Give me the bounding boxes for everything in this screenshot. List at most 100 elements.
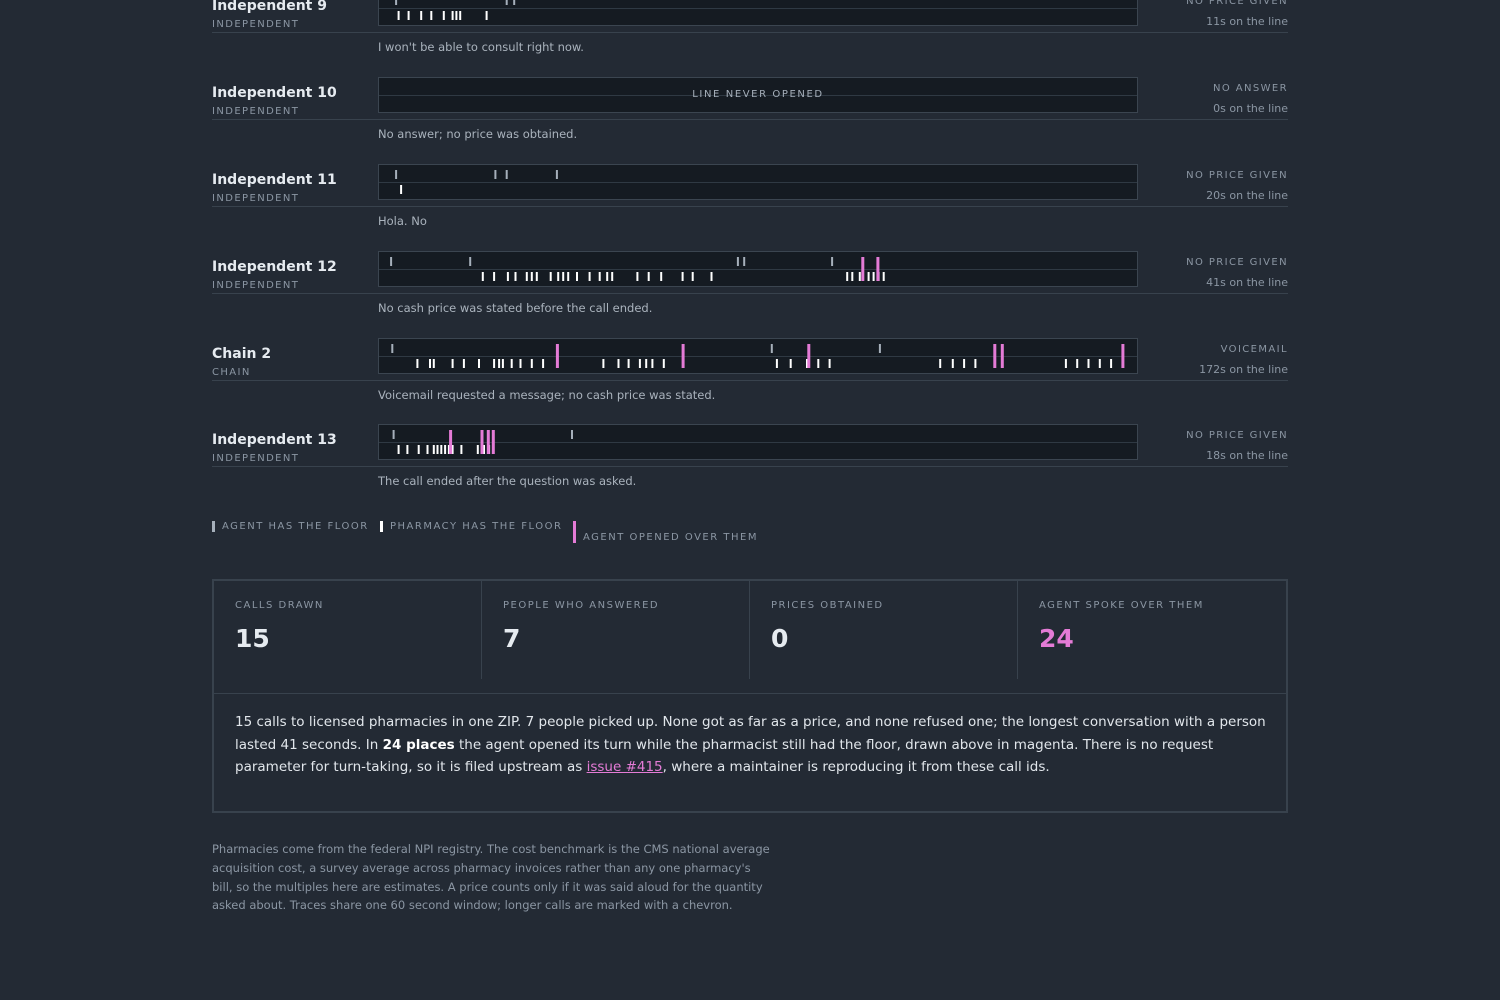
agent-turn-mark [392,430,395,439]
trace-marks [395,170,558,194]
pharmacy-turn-mark [691,272,694,281]
legend-agent: AGENT HAS THE FLOOR [212,521,369,532]
call-trace [378,338,1138,374]
pharmacy-turn-mark [1110,359,1113,368]
stat-value: 24 [1039,624,1074,653]
pharmacy-turn-mark [1064,359,1067,368]
call-outcome: NO ANSWER [1213,83,1288,94]
pharmacy-turn-mark [710,272,713,281]
pharmacy-turn-mark [460,445,463,454]
overlap-mark [1121,344,1125,368]
stat-value: 7 [503,624,521,653]
pharmacy-turn-mark [451,359,454,368]
pharmacy-turn-mark [417,445,420,454]
pharmacy-turn-mark [846,272,849,281]
call-trace [378,251,1138,287]
agent-turn-mark [571,430,573,439]
pharmacy-turn-mark [420,11,423,20]
legend-agent-swatch [212,521,215,532]
call-duration: 172s on the line [1199,363,1288,376]
overlap-mark [491,430,495,454]
pharmacy-turn-mark [455,11,458,20]
pharmacy-turn-mark [606,272,609,281]
agent-turn-mark [555,170,558,179]
pharmacy-turn-mark [1076,359,1079,368]
pharmacy-turn-mark [611,272,614,281]
call-row: Independent 10 INDEPENDENT LINE NEVER OPEN… [212,77,1288,172]
pharmacy-turn-mark [498,359,501,368]
pharmacy-turn-mark [432,359,435,368]
call-note: I won't be able to consult right now. [378,40,584,54]
trace-marks [392,430,573,454]
overlap-mark [861,257,865,281]
stats-panel: CALLS DRAWN 15 PEOPLE WHO ANSWERED 7 PRI… [212,579,1288,813]
agent-turn-mark [391,344,394,353]
call-outcome: NO PRICE GIVEN [1186,170,1288,181]
overlap-mark [681,344,685,368]
pharmacy-turn-mark [440,445,443,454]
pharmacy-turn-mark [576,272,578,281]
pharmacy-turn-mark [462,359,465,368]
stat-value: 0 [771,624,789,653]
stat-label: CALLS DRAWN [235,600,324,611]
pharmacy-turn-mark [617,359,620,368]
pharmacy-turn-mark [525,272,528,281]
pharmacy-kind: INDEPENDENT [212,453,300,464]
methodology-footnote: Pharmacies come from the federal NPI reg… [212,842,770,913]
pharmacy-turn-mark [636,272,639,281]
pharmacy-turn-mark [481,272,484,281]
pharmacy-turn-mark [429,359,431,368]
pharmacy-turn-mark [963,359,966,368]
pharmacy-turn-mark [426,445,429,454]
call-note: No answer; no price was obtained. [378,127,578,141]
pharmacy-turn-mark [432,445,435,454]
pharmacy-turn-mark [974,359,977,368]
call-row: Independent 9 INDEPENDENT NO PRICE GIVEN 11… [212,0,1288,85]
agent-turn-mark [770,344,773,353]
pharmacy-turn-mark [588,272,591,281]
legend-agent-label: AGENT HAS THE FLOOR [222,521,369,532]
legend-pharmacy-label: PHARMACY HAS THE FLOOR [390,521,563,532]
overlap-mark [993,344,997,368]
pharmacy-turn-mark [416,359,419,368]
agent-turn-mark [469,257,472,266]
pharmacy-turn-mark [651,359,654,368]
line-never-opened-label: LINE NEVER OPENED [692,89,824,100]
legend-pharmacy: PHARMACY HAS THE FLOOR [380,521,562,532]
pharmacy-turn-mark [476,445,479,454]
pharmacy-turn-mark [557,272,560,281]
pharmacy-turn-mark [627,359,630,368]
stat-people-answered: PEOPLE WHO ANSWERED 7 [482,581,750,679]
call-outcome: VOICEMAIL [1220,344,1288,355]
agent-turn-mark [395,170,398,179]
agent-turn-mark [743,257,746,266]
overlap-mark [486,430,490,454]
stat-calls-drawn: CALLS DRAWN 15 [214,581,482,679]
call-duration: 20s on the line [1206,189,1288,202]
agent-turn-mark [494,170,497,179]
trace-marks [390,257,885,281]
pharmacy-turn-mark [510,359,513,368]
pharmacy-turn-mark [562,272,565,281]
agent-turn-mark [390,257,393,266]
legend-overlap-label: AGENT OPENED OVER THEM [583,532,758,543]
pharmacy-turn-mark [400,185,403,194]
pharmacy-name: Independent 13 [212,432,337,448]
trace-marks [391,344,1125,368]
pharmacy-turn-mark [882,272,885,281]
pharmacy-turn-mark [514,272,517,281]
pharmacy-turn-mark [662,359,665,368]
issue-link[interactable]: issue #415 [587,759,663,775]
pharmacy-turn-mark [567,272,570,281]
pharmacy-turn-mark [519,359,522,368]
pharmacy-turn-mark [542,359,545,368]
pharmacy-turn-mark [789,359,792,368]
pharmacy-turn-mark [817,359,820,368]
stat-value: 15 [235,624,270,653]
agent-turn-mark [878,344,881,353]
pharmacy-turn-mark [506,272,509,281]
pharmacy-turn-mark [407,11,410,20]
pharmacy-turn-mark [493,272,496,281]
pharmacy-turn-mark [939,359,942,368]
pharmacy-turn-mark [436,445,439,454]
